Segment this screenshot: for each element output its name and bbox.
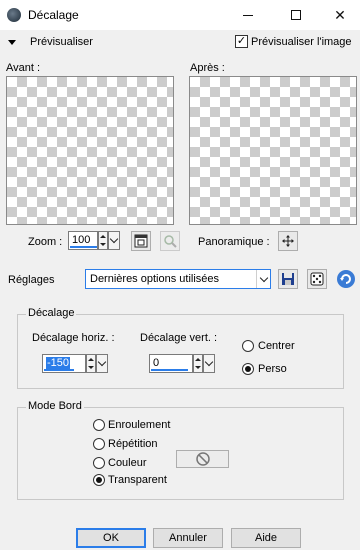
chevron-down-icon <box>109 234 119 244</box>
zoom-fit-button[interactable] <box>160 231 180 251</box>
offset-group-title: Décalage <box>26 307 77 319</box>
checkmark-icon: ✓ <box>236 35 247 47</box>
vertical-offset-slider-bar[interactable] <box>151 369 188 371</box>
preset-dropdown-button[interactable] <box>256 270 270 288</box>
minimize-icon <box>243 14 253 16</box>
color-radio[interactable] <box>93 457 105 469</box>
custom-radio[interactable] <box>242 363 254 375</box>
horizontal-offset-dropdown-button[interactable] <box>96 354 108 373</box>
cancel-button[interactable]: Annuler <box>153 528 223 548</box>
preset-value: Dernières options utilisées <box>90 273 220 285</box>
before-label: Avant : <box>6 62 41 74</box>
chevron-down-icon <box>259 273 268 282</box>
up-arrow-icon <box>195 357 201 361</box>
horizontal-offset-slider-bar[interactable] <box>44 369 74 371</box>
transparent-radio[interactable] <box>93 474 105 486</box>
zoom-slider-bar[interactable] <box>70 246 97 248</box>
chevron-down-icon <box>97 357 107 367</box>
settings-label: Réglages <box>8 274 55 286</box>
close-icon: ✕ <box>334 6 346 23</box>
after-preview[interactable] <box>189 76 357 225</box>
save-preset-button[interactable] <box>278 269 298 289</box>
move-icon <box>282 235 294 247</box>
maximize-icon <box>291 10 301 20</box>
app-icon <box>7 8 21 22</box>
zoom-fit-icon <box>164 235 177 248</box>
horizontal-offset-label: Décalage horiz. : <box>32 332 115 344</box>
zoom-actual-size-button[interactable] <box>131 231 151 251</box>
edge-mode-group-title: Mode Bord <box>26 400 84 412</box>
custom-radio-label[interactable]: Perso <box>258 363 287 375</box>
minimize-button[interactable] <box>226 0 270 30</box>
center-radio-label[interactable]: Centrer <box>258 340 295 352</box>
preview-image-checkbox[interactable]: ✓ <box>235 35 248 48</box>
no-color-icon <box>195 452 210 466</box>
actual-size-icon <box>134 234 148 248</box>
zoom-dropdown-button[interactable] <box>108 231 120 250</box>
after-label: Après : <box>190 62 225 74</box>
center-radio[interactable] <box>242 340 254 352</box>
down-arrow-icon <box>195 366 201 370</box>
before-preview[interactable] <box>6 76 174 225</box>
zoom-stepper[interactable] <box>98 231 108 250</box>
up-arrow-icon <box>88 357 94 361</box>
color-radio-label[interactable]: Couleur <box>108 457 147 469</box>
wrap-radio[interactable] <box>93 419 105 431</box>
window-title: Décalage <box>28 8 79 22</box>
horizontal-offset-input[interactable]: -150 <box>42 354 86 373</box>
repeat-radio-label[interactable]: Répétition <box>108 438 158 450</box>
close-button[interactable]: ✕ <box>318 0 360 30</box>
vertical-offset-stepper[interactable] <box>193 354 203 373</box>
vertical-offset-input[interactable]: 0 <box>149 354 193 373</box>
preview-toggle-label[interactable]: Prévisualiser <box>30 36 93 48</box>
zoom-label: Zoom : <box>28 236 63 248</box>
collapse-preview-icon[interactable] <box>8 40 16 45</box>
repeat-radio[interactable] <box>93 438 105 450</box>
horizontal-offset-value: -150 <box>46 357 71 369</box>
zoom-input[interactable]: 100 <box>68 231 98 250</box>
color-swatch[interactable] <box>176 450 229 468</box>
ok-button[interactable]: OK <box>76 528 146 548</box>
dice-icon <box>310 272 324 286</box>
vertical-offset-value: 0 <box>153 357 160 369</box>
wrap-radio-label[interactable]: Enroulement <box>108 419 170 431</box>
down-arrow-icon <box>88 366 94 370</box>
reset-button[interactable] <box>336 269 356 289</box>
zoom-value: 100 <box>72 234 91 246</box>
vertical-offset-label: Décalage vert. : <box>140 332 218 344</box>
maximize-button[interactable] <box>274 0 318 30</box>
save-icon <box>282 273 294 285</box>
reset-icon <box>337 270 355 288</box>
up-arrow-icon <box>100 234 106 238</box>
help-button[interactable]: Aide <box>231 528 301 548</box>
panoramic-button[interactable] <box>278 231 298 251</box>
down-arrow-icon <box>100 243 106 247</box>
panoramic-label: Panoramique : <box>198 236 270 248</box>
vertical-offset-dropdown-button[interactable] <box>203 354 215 373</box>
preview-image-label[interactable]: Prévisualiser l'image <box>251 36 352 48</box>
preset-select[interactable]: Dernières options utilisées <box>85 269 271 289</box>
horizontal-offset-stepper[interactable] <box>86 354 96 373</box>
transparent-radio-label[interactable]: Transparent <box>108 474 167 486</box>
chevron-down-icon <box>204 357 214 367</box>
randomize-button[interactable] <box>307 269 327 289</box>
